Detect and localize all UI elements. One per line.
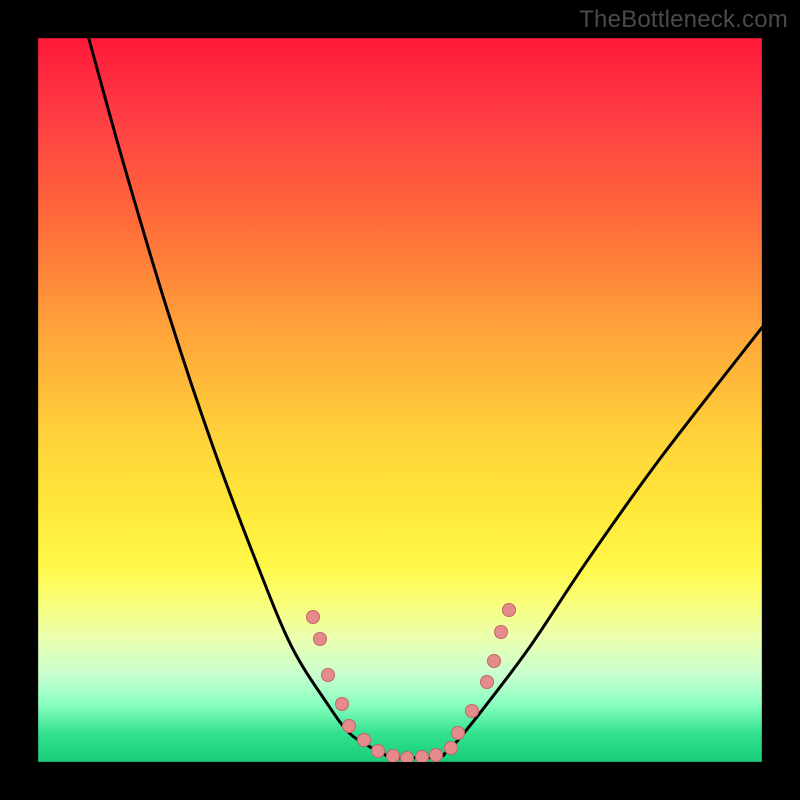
chart-plot-area — [38, 38, 762, 762]
bottleneck-curve — [38, 38, 762, 762]
data-marker — [415, 750, 429, 762]
data-marker — [451, 726, 465, 740]
data-marker — [400, 751, 414, 762]
data-marker — [321, 668, 335, 682]
data-marker — [444, 741, 458, 755]
data-marker — [429, 748, 443, 762]
watermark-text: TheBottleneck.com — [579, 6, 788, 34]
curve-line — [89, 38, 762, 758]
chart-frame: TheBottleneck.com — [0, 0, 800, 800]
data-marker — [386, 749, 400, 762]
data-marker — [357, 733, 371, 747]
data-marker — [502, 603, 516, 617]
data-marker — [487, 654, 501, 668]
data-marker — [494, 625, 508, 639]
